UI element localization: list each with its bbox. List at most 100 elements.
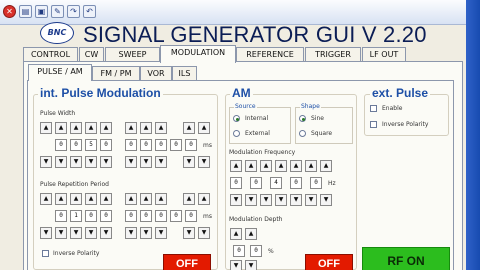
save-icon[interactable]: ▣: [35, 5, 48, 18]
up-arrow-icon[interactable]: ▲: [198, 193, 210, 205]
down-arrow-icon[interactable]: ▼: [155, 156, 167, 168]
up-arrow-icon[interactable]: ▲: [290, 160, 302, 172]
down-arrow-icon[interactable]: ▼: [85, 227, 97, 239]
up-arrow-icon[interactable]: ▲: [155, 193, 167, 205]
up-arrow-icon[interactable]: ▲: [260, 160, 272, 172]
up-arrow-icon[interactable]: ▲: [70, 122, 82, 134]
shape-square-radio[interactable]: [299, 130, 306, 137]
down-arrow-icon[interactable]: ▼: [70, 227, 82, 239]
down-arrow-icon[interactable]: ▼: [100, 156, 112, 168]
period-digit[interactable]: 0: [125, 210, 137, 222]
up-arrow-icon[interactable]: ▲: [155, 122, 167, 134]
depth-digit[interactable]: 0: [233, 245, 245, 257]
down-arrow-icon[interactable]: ▼: [125, 227, 137, 239]
width-digit[interactable]: 0: [185, 139, 197, 151]
up-arrow-icon[interactable]: ▲: [85, 122, 97, 134]
am-off-button[interactable]: OFF: [305, 254, 353, 270]
width-digit[interactable]: 5: [85, 139, 97, 151]
source-external-radio[interactable]: [233, 130, 240, 137]
freq-digit[interactable]: 0: [290, 177, 302, 189]
freq-digit[interactable]: 0: [310, 177, 322, 189]
up-arrow-icon[interactable]: ▲: [305, 160, 317, 172]
down-arrow-icon[interactable]: ▼: [70, 156, 82, 168]
down-arrow-icon[interactable]: ▼: [40, 227, 52, 239]
down-arrow-icon[interactable]: ▼: [245, 260, 257, 270]
source-internal-radio[interactable]: [233, 115, 240, 122]
period-digit[interactable]: 1: [70, 210, 82, 222]
width-digit[interactable]: 0: [55, 139, 67, 151]
down-arrow-icon[interactable]: ▼: [125, 156, 137, 168]
down-arrow-icon[interactable]: ▼: [290, 194, 302, 206]
period-digit[interactable]: 0: [185, 210, 197, 222]
up-arrow-icon[interactable]: ▲: [85, 193, 97, 205]
up-arrow-icon[interactable]: ▲: [55, 193, 67, 205]
up-arrow-icon[interactable]: ▲: [70, 193, 82, 205]
up-arrow-icon[interactable]: ▲: [55, 122, 67, 134]
down-arrow-icon[interactable]: ▼: [55, 227, 67, 239]
down-arrow-icon[interactable]: ▼: [100, 227, 112, 239]
tab-fm-pm[interactable]: FM / PM: [92, 66, 140, 80]
tab-vor[interactable]: VOR: [140, 66, 172, 80]
down-arrow-icon[interactable]: ▼: [85, 156, 97, 168]
down-arrow-icon[interactable]: ▼: [183, 156, 195, 168]
down-arrow-icon[interactable]: ▼: [198, 227, 210, 239]
print-icon[interactable]: ▤: [19, 5, 32, 18]
up-arrow-icon[interactable]: ▲: [125, 193, 137, 205]
up-arrow-icon[interactable]: ▲: [230, 160, 242, 172]
tab-pulse-am[interactable]: PULSE / AM: [28, 64, 92, 81]
down-arrow-icon[interactable]: ▼: [40, 156, 52, 168]
period-digit[interactable]: 0: [140, 210, 152, 222]
up-arrow-icon[interactable]: ▲: [320, 160, 332, 172]
tab-control[interactable]: CONTROL: [23, 47, 78, 62]
up-arrow-icon[interactable]: ▲: [140, 122, 152, 134]
close-icon[interactable]: ✕: [3, 5, 16, 18]
down-arrow-icon[interactable]: ▼: [260, 194, 272, 206]
down-arrow-icon[interactable]: ▼: [198, 156, 210, 168]
down-arrow-icon[interactable]: ▼: [305, 194, 317, 206]
up-arrow-icon[interactable]: ▲: [183, 193, 195, 205]
tab-ils[interactable]: ILS: [172, 66, 197, 80]
down-arrow-icon[interactable]: ▼: [140, 156, 152, 168]
redo-icon[interactable]: ↷: [67, 5, 80, 18]
up-arrow-icon[interactable]: ▲: [198, 122, 210, 134]
up-arrow-icon[interactable]: ▲: [140, 193, 152, 205]
period-digit[interactable]: 0: [55, 210, 67, 222]
down-arrow-icon[interactable]: ▼: [155, 227, 167, 239]
width-digit[interactable]: 0: [70, 139, 82, 151]
tab-sweep[interactable]: SWEEP: [105, 47, 160, 62]
up-arrow-icon[interactable]: ▲: [230, 228, 242, 240]
wrench-icon[interactable]: ✎: [51, 5, 64, 18]
down-arrow-icon[interactable]: ▼: [320, 194, 332, 206]
depth-digit[interactable]: 0: [250, 245, 262, 257]
down-arrow-icon[interactable]: ▼: [275, 194, 287, 206]
up-arrow-icon[interactable]: ▲: [183, 122, 195, 134]
up-arrow-icon[interactable]: ▲: [40, 193, 52, 205]
period-digit[interactable]: 0: [155, 210, 167, 222]
width-digit[interactable]: 0: [170, 139, 182, 151]
freq-digit[interactable]: 0: [230, 177, 242, 189]
down-arrow-icon[interactable]: ▼: [55, 156, 67, 168]
tab-lf-out[interactable]: LF OUT: [362, 47, 406, 62]
shape-sine-radio[interactable]: [299, 115, 306, 122]
period-digit[interactable]: 0: [170, 210, 182, 222]
pulse-off-button[interactable]: OFF: [163, 254, 211, 270]
freq-digit[interactable]: 0: [250, 177, 262, 189]
down-arrow-icon[interactable]: ▼: [183, 227, 195, 239]
up-arrow-icon[interactable]: ▲: [100, 122, 112, 134]
width-digit[interactable]: 0: [125, 139, 137, 151]
width-digit[interactable]: 0: [140, 139, 152, 151]
down-arrow-icon[interactable]: ▼: [230, 194, 242, 206]
down-arrow-icon[interactable]: ▼: [140, 227, 152, 239]
width-digit[interactable]: 0: [100, 139, 112, 151]
period-digit[interactable]: 0: [100, 210, 112, 222]
up-arrow-icon[interactable]: ▲: [245, 160, 257, 172]
up-arrow-icon[interactable]: ▲: [245, 228, 257, 240]
tab-cw[interactable]: CW: [79, 47, 104, 62]
rf-on-button[interactable]: RF ON: [362, 247, 450, 270]
undo-icon[interactable]: ↶: [83, 5, 96, 18]
ext-inverse-checkbox[interactable]: [370, 121, 377, 128]
ext-enable-checkbox[interactable]: [370, 105, 377, 112]
down-arrow-icon[interactable]: ▼: [245, 194, 257, 206]
up-arrow-icon[interactable]: ▲: [125, 122, 137, 134]
period-digit[interactable]: 0: [85, 210, 97, 222]
